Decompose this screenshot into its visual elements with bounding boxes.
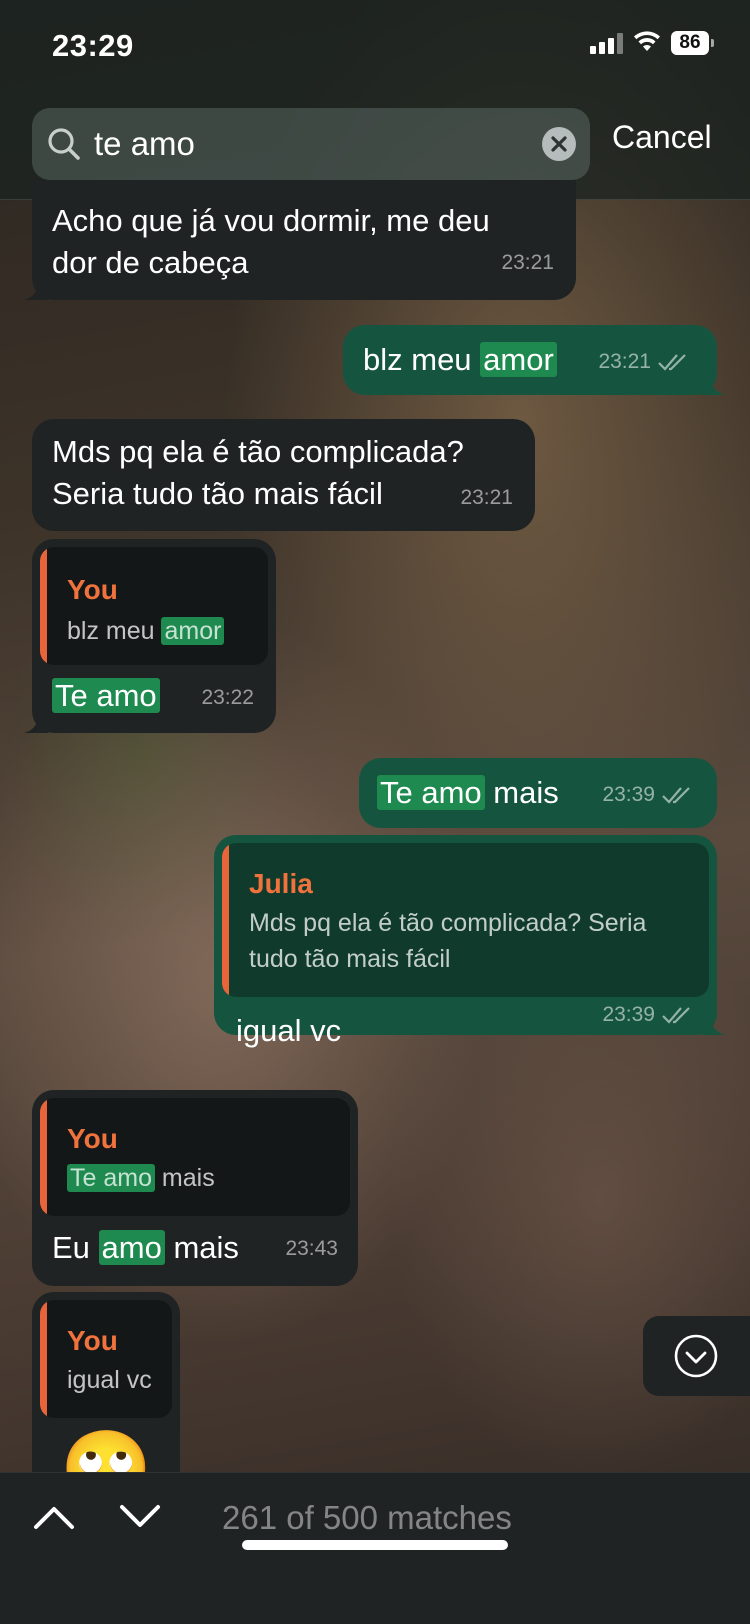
double-check-icon bbox=[662, 1007, 690, 1024]
message-text: Acho que já vou dormir, me deu bbox=[52, 203, 490, 238]
bubble-tail bbox=[24, 715, 48, 733]
double-check-icon bbox=[662, 787, 690, 804]
bubble-tail bbox=[701, 377, 725, 395]
message-time: 23:39 bbox=[602, 1003, 693, 1026]
search-match: Te amo bbox=[377, 775, 485, 810]
chevron-down-icon[interactable] bbox=[118, 1501, 162, 1531]
message-text: igual vc bbox=[236, 1013, 342, 1048]
double-check-icon bbox=[658, 354, 686, 371]
search-match: Te amo bbox=[67, 1164, 155, 1192]
signal-icon bbox=[590, 33, 623, 54]
message-text: Mds pq ela é tão complicada? bbox=[52, 434, 464, 469]
battery-icon: 86 bbox=[671, 31, 714, 55]
bubble-tail bbox=[24, 282, 48, 300]
status-bar: 23:29 86 bbox=[0, 0, 750, 95]
message-time: 23:22 bbox=[201, 686, 254, 709]
message-bubble-outgoing[interactable]: Te amo mais 23:39 bbox=[359, 758, 717, 828]
reply-bar bbox=[40, 1098, 47, 1216]
cancel-button[interactable]: Cancel bbox=[612, 119, 712, 156]
search-match: Te amo bbox=[52, 678, 160, 713]
message-text: blz meu amor bbox=[363, 339, 557, 381]
wifi-icon bbox=[634, 31, 660, 51]
scroll-to-bottom-button[interactable] bbox=[643, 1316, 750, 1396]
message-bubble-outgoing[interactable]: Julia Mds pq ela é tão complicada? Seria… bbox=[214, 835, 725, 1048]
message-text: Eu amo mais bbox=[52, 1230, 239, 1265]
message-time: 23:39 bbox=[602, 774, 693, 816]
reply-author: You bbox=[67, 1123, 118, 1154]
message-bubble-incoming[interactable]: You Te amo mais Eu amo mais 23:43 bbox=[32, 1090, 358, 1286]
reply-bar bbox=[40, 547, 47, 665]
message-bubble-incoming[interactable]: Mds pq ela é tão complicada? Seria tudo … bbox=[32, 419, 535, 531]
reply-text: igual vc bbox=[67, 1366, 152, 1394]
status-time: 23:29 bbox=[52, 28, 134, 63]
message-bubble-incoming[interactable]: You blz meu amor Te amo 23:22 bbox=[24, 539, 276, 733]
bubble-tail bbox=[701, 1017, 725, 1035]
reply-quote[interactable]: You Te amo mais bbox=[40, 1098, 350, 1216]
search-match: amo bbox=[98, 1230, 165, 1265]
message-text: Seria tudo tão mais fácil bbox=[52, 476, 383, 511]
reply-author: You bbox=[67, 574, 118, 605]
reply-quote[interactable]: Julia Mds pq ela é tão complicada? Seria… bbox=[222, 843, 709, 997]
search-box[interactable] bbox=[32, 108, 590, 180]
reply-text: Mds pq ela é tão complicada? Seria bbox=[249, 909, 647, 937]
message-time: 23:21 bbox=[460, 486, 513, 509]
message-text: dor de cabeça bbox=[52, 245, 249, 280]
match-counter: 261 of 500 matches bbox=[222, 1499, 512, 1536]
search-match: amor bbox=[480, 342, 557, 377]
message-time: 23:21 bbox=[598, 341, 689, 383]
message-time: 23:21 bbox=[501, 251, 554, 274]
message-time: 23:43 bbox=[285, 1237, 338, 1260]
message-bubble-incoming[interactable]: You igual vc 🙄 bbox=[32, 1292, 180, 1510]
chevron-up-icon[interactable] bbox=[32, 1501, 76, 1531]
message-text: Te amo bbox=[52, 675, 160, 717]
scroll-down-icon bbox=[674, 1334, 718, 1378]
search-input[interactable] bbox=[94, 122, 534, 166]
reply-quote[interactable]: You igual vc bbox=[40, 1300, 172, 1418]
home-indicator[interactable] bbox=[242, 1540, 508, 1550]
message-bubble-incoming[interactable]: Acho que já vou dormir, me deu dor de ca… bbox=[24, 180, 576, 300]
reply-text: blz meu amor bbox=[67, 613, 225, 649]
reply-text: tudo tão mais fácil bbox=[249, 945, 451, 973]
reply-bar bbox=[40, 1300, 47, 1418]
reply-author: You bbox=[67, 1325, 118, 1356]
reply-text: Te amo mais bbox=[67, 1160, 215, 1196]
search-match: amor bbox=[161, 617, 225, 645]
reply-quote[interactable]: You blz meu amor bbox=[40, 547, 268, 665]
message-bubble-outgoing[interactable]: blz meu amor 23:21 bbox=[343, 325, 725, 395]
message-text: Te amo mais bbox=[377, 772, 559, 814]
clear-icon[interactable] bbox=[542, 127, 576, 161]
reply-bar bbox=[222, 843, 229, 997]
reply-author: Julia bbox=[249, 868, 313, 899]
search-icon bbox=[48, 128, 80, 160]
